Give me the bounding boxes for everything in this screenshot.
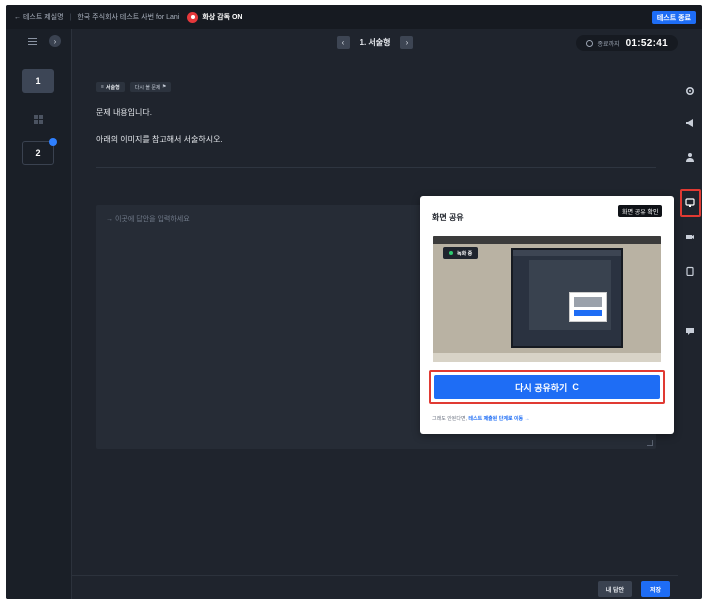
question-title: 1. 서술형 bbox=[359, 37, 391, 47]
type-tag-label: 서술형 bbox=[105, 84, 120, 91]
popup-hint: 그래도 안된다면, 테스트 제출된 단계로 이동 → bbox=[432, 415, 530, 422]
question-text: 문제 내용입니다. bbox=[96, 108, 152, 117]
share-tooltip: 화면 공유 확인 bbox=[618, 205, 663, 217]
chat-icon[interactable] bbox=[684, 325, 696, 337]
reshare-label: 다시 공유하기 bbox=[515, 382, 568, 393]
hint-link[interactable]: 테스트 제출된 단계로 이동 → bbox=[468, 416, 529, 422]
exam-title: 한국 주식회사 테스트 사번 for Lani bbox=[77, 14, 180, 21]
question-1-button[interactable]: 1 bbox=[22, 69, 54, 93]
refresh-icon: C bbox=[572, 382, 579, 392]
end-test-button[interactable]: 테스트 종료 bbox=[651, 11, 696, 24]
tool-rail bbox=[678, 55, 702, 599]
bottom-bar: 내 답안 저장 bbox=[72, 575, 678, 599]
answer-placeholder: → 이곳에 답안을 입력하세요 bbox=[106, 216, 190, 223]
sidebar-header: › bbox=[6, 29, 72, 53]
popup-title: 화면 공유 bbox=[432, 213, 464, 222]
back-link[interactable]: ← 테스트 제실명 bbox=[14, 12, 64, 22]
timer-value: 01:52:41 bbox=[625, 37, 668, 49]
type-tag: ≡ 서술형 bbox=[96, 82, 125, 92]
next-question-button[interactable]: › bbox=[400, 35, 414, 49]
question-sidebar: › 1 2 bbox=[6, 29, 72, 599]
divider: | bbox=[69, 13, 72, 21]
question-2-label: 2 bbox=[35, 148, 41, 158]
prev-question-button[interactable]: ‹ bbox=[336, 35, 350, 49]
camera-icon[interactable] bbox=[684, 231, 696, 243]
timer: 종료까지 01:52:41 bbox=[576, 35, 678, 51]
gear-icon[interactable] bbox=[684, 85, 696, 97]
monitor-icon[interactable] bbox=[684, 197, 696, 209]
screen-share-popup: 화면 공유 × 녹화 중 다시 공유하기 C 그래도 안된다면, 테스트 제출된… bbox=[420, 196, 674, 434]
clipboard-icon[interactable] bbox=[684, 265, 696, 277]
section-divider bbox=[96, 167, 656, 168]
timer-label: 종료까지 bbox=[597, 41, 620, 48]
list-icon[interactable] bbox=[28, 37, 37, 45]
question-2-button[interactable]: 2 bbox=[22, 138, 57, 165]
question-tags: ≡ 서술형 다시 볼 문제 ⚑ bbox=[96, 82, 172, 92]
collapse-sidebar-button[interactable]: › bbox=[49, 35, 61, 47]
save-button[interactable]: 저장 bbox=[640, 581, 670, 597]
proctor-status: 화상 감독 ON bbox=[187, 11, 243, 23]
hint-text: 그래도 안된다면, bbox=[432, 416, 467, 422]
reshare-highlight: 다시 공유하기 C bbox=[429, 370, 665, 404]
proctor-status-label: 화상 감독 ON bbox=[202, 14, 243, 21]
exam-app: ← 테스트 제실명 | 한국 주식회사 테스트 사번 for Lani 화상 감… bbox=[6, 5, 702, 599]
screen-preview: 녹화 중 bbox=[433, 236, 661, 362]
record-icon bbox=[187, 11, 199, 23]
question-instruction: 아래의 이미지를 참고해서 서술하시오. bbox=[96, 135, 223, 144]
resize-handle[interactable] bbox=[647, 440, 653, 446]
reshare-button[interactable]: 다시 공유하기 C bbox=[434, 375, 660, 399]
top-bar: ← 테스트 제실명 | 한국 주식회사 테스트 사번 for Lani 화상 감… bbox=[6, 5, 702, 29]
megaphone-icon[interactable] bbox=[684, 117, 696, 129]
unread-badge bbox=[49, 138, 57, 146]
question-nav: ‹ 1. 서술형 › 종료까지 01:52:41 bbox=[72, 29, 678, 55]
revisit-tag-label: 다시 볼 문제 bbox=[134, 84, 161, 91]
recording-badge: 녹화 중 bbox=[443, 247, 479, 259]
revisit-tag[interactable]: 다시 볼 문제 ⚑ bbox=[129, 82, 172, 92]
grid-icon[interactable] bbox=[34, 115, 43, 124]
clock-icon bbox=[586, 39, 594, 47]
person-icon[interactable] bbox=[684, 151, 696, 163]
my-answer-button[interactable]: 내 답안 bbox=[597, 581, 632, 597]
